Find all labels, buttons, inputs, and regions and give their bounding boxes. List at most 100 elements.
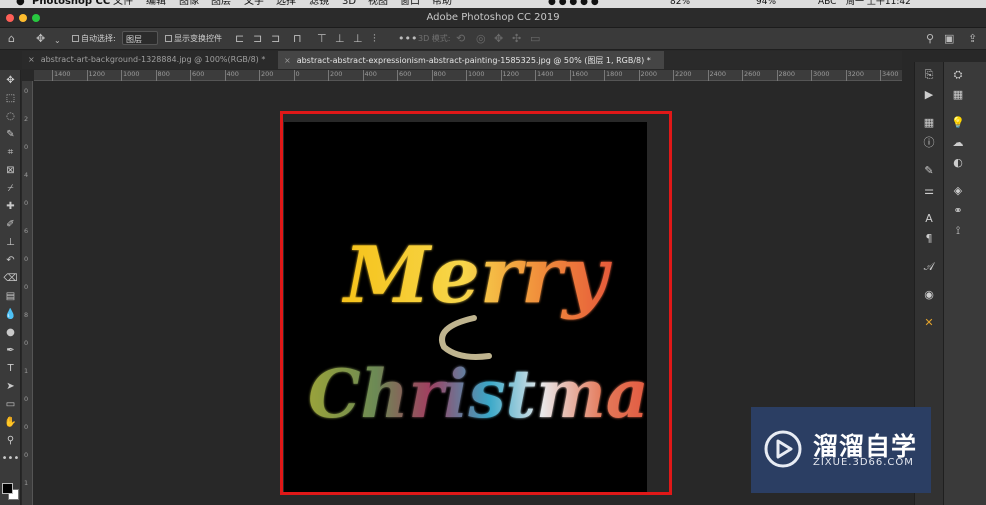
menu-3d[interactable]: 3D xyxy=(342,0,356,8)
move-tool-icon[interactable]: ✥ xyxy=(36,32,45,45)
ruler-tick-label: 200 xyxy=(330,70,343,78)
zoom-tool-icon[interactable]: ⚲ xyxy=(0,432,21,449)
tab-document-2[interactable]: × abstract-abstract-expressionism-abstrac… xyxy=(278,51,664,69)
navigator-panel-icon[interactable]: ◉ xyxy=(920,288,938,302)
auto-select-checkbox[interactable]: 自动选择: xyxy=(72,33,116,44)
close-tab-icon[interactable]: × xyxy=(284,56,291,65)
align-center-icon[interactable]: ⊐ xyxy=(253,32,262,45)
clock[interactable]: 周一 上午11:42 xyxy=(846,0,911,8)
ruler-tick-line xyxy=(155,70,157,81)
menu-layer[interactable]: 图层 xyxy=(211,0,231,8)
mode-3d-label: 3D 模式: xyxy=(418,34,451,43)
crop-tool-icon[interactable]: ⌗ xyxy=(0,144,21,161)
play-logo-icon xyxy=(764,430,802,468)
character-panel-icon[interactable]: A xyxy=(920,212,938,226)
menu-edit[interactable]: 编辑 xyxy=(146,0,166,8)
tab-document-1[interactable]: × abstract-art-background-1328884.jpg @ 1… xyxy=(22,51,282,69)
chevron-down-icon[interactable]: ⌄ xyxy=(54,34,61,47)
home-icon[interactable]: ⌂ xyxy=(8,32,15,45)
menu-filter[interactable]: 滤镜 xyxy=(309,0,329,8)
history-brush-tool-icon[interactable]: ↶ xyxy=(0,252,21,269)
quick-select-tool-icon[interactable]: ✎ xyxy=(0,126,21,143)
glyphs-panel-icon[interactable]: 𝒜 xyxy=(920,260,938,274)
more-options-icon[interactable]: ••• xyxy=(398,32,417,45)
learn-panel-icon[interactable]: 💡 xyxy=(949,116,967,130)
properties-panel-icon[interactable]: ▦ xyxy=(920,116,938,130)
share-icon[interactable]: ⇪ xyxy=(968,32,977,45)
brush-tool-icon[interactable]: ✐ xyxy=(0,216,21,233)
align-left-icon[interactable]: ⊏ xyxy=(235,32,244,45)
tools-extension-icon[interactable]: ✕ xyxy=(920,316,938,330)
menu-type[interactable]: 文字 xyxy=(244,0,264,8)
path-select-tool-icon[interactable]: ➤ xyxy=(0,378,21,395)
rectangle-tool-icon[interactable]: ▭ xyxy=(0,396,21,413)
eraser-tool-icon[interactable]: ⌫ xyxy=(0,270,21,287)
marquee-tool-icon[interactable]: ⬚ xyxy=(0,90,21,107)
ruler-tick-label: 400 xyxy=(226,70,239,78)
menu-file[interactable]: 文件 xyxy=(113,0,133,8)
distribute-top-icon[interactable]: ⊤ xyxy=(317,32,327,45)
ruler-tick-label: 0 xyxy=(24,87,29,95)
show-transform-checkbox[interactable]: 显示变换控件 xyxy=(165,33,222,44)
frame-tool-icon[interactable]: ⊠ xyxy=(0,162,21,179)
gradient-tool-icon[interactable]: ▤ xyxy=(0,288,21,305)
type-tool-icon[interactable]: T xyxy=(0,360,21,377)
adjust-panel-icon[interactable]: ⚌ xyxy=(920,184,938,198)
distribute-vcenter-icon[interactable]: ⊥ xyxy=(335,32,345,45)
menu-help[interactable]: 帮助 xyxy=(432,0,452,8)
3d-camera-icon: ▭ xyxy=(530,32,541,45)
lasso-tool-icon[interactable]: ◌ xyxy=(0,108,21,125)
hand-tool-icon[interactable]: ✋ xyxy=(0,414,21,431)
ruler-tick-label: 0 xyxy=(24,423,29,431)
healing-brush-tool-icon[interactable]: ✚ xyxy=(0,198,21,215)
ruler-tick-line xyxy=(86,70,88,81)
ruler-tick-line xyxy=(190,70,191,81)
ruler-tick-line xyxy=(880,70,881,81)
foreground-color-swatch[interactable] xyxy=(2,483,13,494)
pen-tool-icon[interactable]: ✒ xyxy=(0,342,21,359)
adjustments-panel-icon[interactable]: ◐ xyxy=(949,156,967,170)
close-tab-icon[interactable]: × xyxy=(28,55,35,64)
input-method-label[interactable]: ABC xyxy=(818,0,836,8)
dodge-tool-icon[interactable]: ● xyxy=(0,324,21,341)
actions-panel-icon[interactable]: ▶ xyxy=(920,88,938,102)
options-bar: ⌂ ✥ ⌄ 自动选择: 图层 显示变换控件 ⊏ ⊐ ⊐ ⊓ ⊤ ⊥ ⊥ ⫶ ••… xyxy=(0,28,986,50)
eyedropper-tool-icon[interactable]: ⌿ xyxy=(0,180,21,197)
brushes-panel-icon[interactable]: ✎ xyxy=(920,164,938,178)
auto-select-dropdown[interactable]: 图层 xyxy=(122,31,158,45)
ruler-tick-label: 3400 xyxy=(882,70,899,78)
channels-panel-icon[interactable]: ⚭ xyxy=(949,204,967,218)
ruler-tick-label: 0 xyxy=(295,70,300,78)
menu-window[interactable]: 窗口 xyxy=(400,0,420,8)
menu-view[interactable]: 视图 xyxy=(368,0,388,8)
apple-menu-icon[interactable]: ● xyxy=(16,0,25,8)
layers-panel-icon[interactable]: ◈ xyxy=(949,184,967,198)
ruler-tick-line xyxy=(845,70,847,81)
menu-image[interactable]: 图像 xyxy=(179,0,199,8)
battery2-label: 94% xyxy=(756,0,777,7)
status-icons[interactable]: ● ● ● ● ● xyxy=(548,0,599,8)
app-menu[interactable]: Photoshop CC xyxy=(32,0,110,8)
ruler-tick-label: 2000 xyxy=(640,70,658,78)
info-panel-icon[interactable]: ⓘ xyxy=(920,136,938,150)
blur-tool-icon[interactable]: 💧 xyxy=(0,306,21,323)
distribute-bottom-icon[interactable]: ⊥ xyxy=(353,32,363,45)
edit-toolbar-icon[interactable]: ••• xyxy=(0,450,21,467)
paragraph-panel-icon[interactable]: ¶ xyxy=(920,232,938,246)
distribute-h-icon[interactable]: ⫶ xyxy=(373,32,376,45)
search-icon[interactable]: ⚲ xyxy=(926,32,934,45)
paths-panel-icon[interactable]: ⟟ xyxy=(949,224,967,238)
3d-panel-icon[interactable]: ⛭ xyxy=(949,68,967,82)
grid-panel-icon[interactable]: ▦ xyxy=(949,88,967,102)
clone-stamp-tool-icon[interactable]: ⊥ xyxy=(0,234,21,251)
align-top-icon[interactable]: ⊓ xyxy=(293,32,302,45)
align-right-icon[interactable]: ⊐ xyxy=(271,32,280,45)
ruler-tick-label: 1200 xyxy=(88,70,106,78)
history-panel-icon[interactable]: ⎘ xyxy=(920,68,938,82)
ruler-tick-label: 1 xyxy=(24,479,29,487)
move-tool-icon[interactable]: ✥ xyxy=(0,72,21,89)
workspace-icon[interactable]: ▣ xyxy=(944,32,954,45)
ruler-tick-line xyxy=(362,70,364,81)
libraries-panel-icon[interactable]: ☁ xyxy=(949,136,967,150)
menu-select[interactable]: 选择 xyxy=(276,0,296,8)
